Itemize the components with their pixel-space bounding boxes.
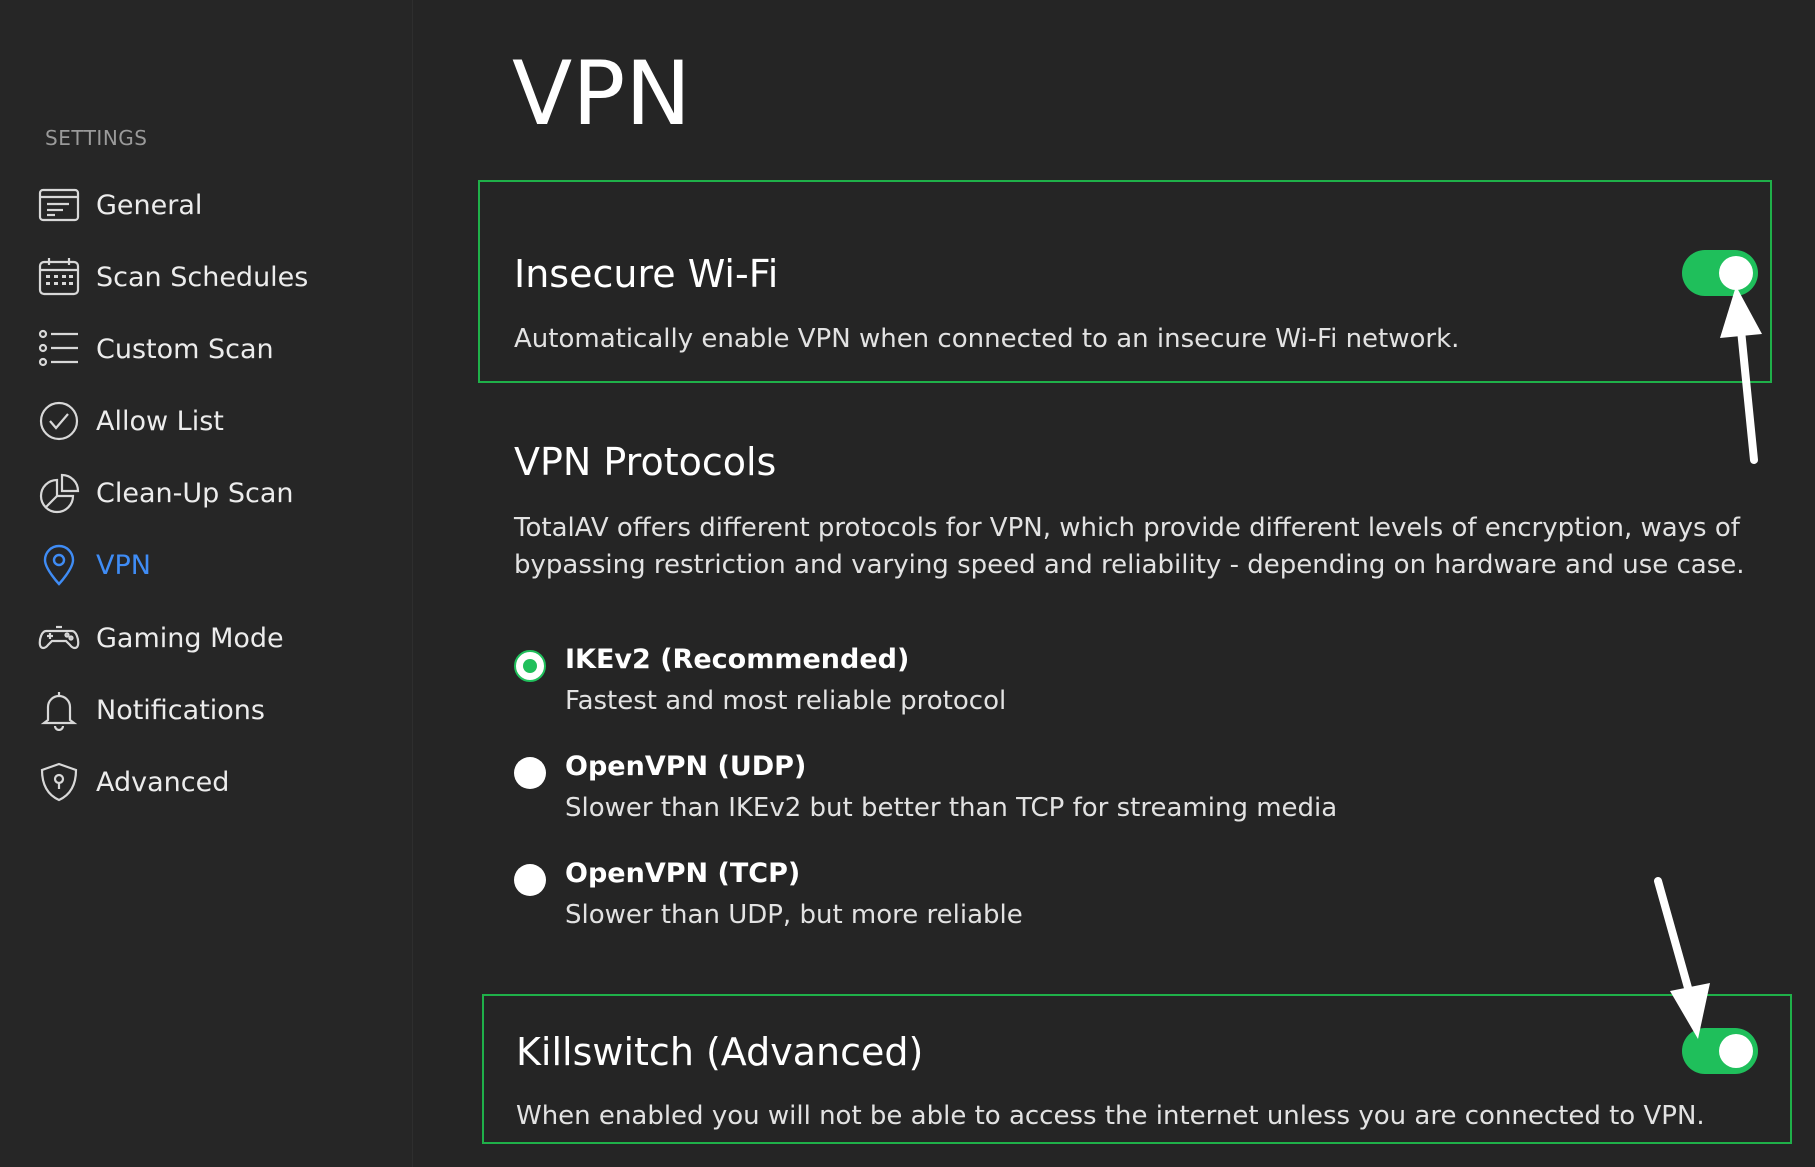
bell-icon [38, 689, 80, 732]
sidebar-item-vpn[interactable]: VPN [38, 540, 378, 590]
general-icon [38, 184, 80, 226]
calendar-icon [38, 256, 80, 298]
option-openvpn-udp-label[interactable]: OpenVPN (UDP) [565, 751, 806, 782]
radio-openvpn-tcp[interactable] [514, 864, 546, 896]
check-circle-icon [38, 400, 80, 442]
arrow-up-icon [1720, 286, 1762, 464]
location-pin-icon [38, 544, 80, 586]
killswitch-section: Killswitch (Advanced) When enabled you w… [482, 994, 1792, 1144]
radio-openvpn-udp[interactable] [514, 757, 546, 789]
sidebar-item-label: VPN [96, 549, 151, 581]
shield-lock-icon [38, 761, 80, 803]
sidebar-heading: SETTINGS [45, 126, 148, 150]
page-title: VPN [512, 42, 692, 145]
vpn-protocols-title: VPN Protocols [514, 440, 777, 484]
settings-window: SETTINGS General Scan Schedules Custom S… [0, 0, 1815, 1167]
killswitch-title: Killswitch (Advanced) [516, 1030, 924, 1074]
sidebar-item-label: General [96, 189, 203, 221]
sidebar-item-custom-scan[interactable]: Custom Scan [38, 324, 378, 374]
sidebar-item-label: Notifications [96, 694, 265, 726]
sidebar-item-clean-up-scan[interactable]: Clean-Up Scan [38, 468, 378, 518]
option-openvpn-tcp-label[interactable]: OpenVPN (TCP) [565, 858, 800, 889]
sidebar-item-label: Allow List [96, 405, 224, 437]
option-openvpn-tcp-description: Slower than UDP, but more reliable [565, 900, 1023, 930]
sidebar-item-label: Advanced [96, 766, 230, 798]
pie-chart-icon [38, 472, 80, 514]
sidebar-item-general[interactable]: General [38, 180, 378, 230]
sidebar-item-allow-list[interactable]: Allow List [38, 396, 378, 446]
sidebar: SETTINGS General Scan Schedules Custom S… [0, 0, 413, 1167]
insecure-wifi-description: Automatically enable VPN when connected … [514, 324, 1460, 354]
sidebar-item-label: Gaming Mode [96, 622, 284, 654]
insecure-wifi-title: Insecure Wi-Fi [514, 252, 779, 296]
option-ikev2-description: Fastest and most reliable protocol [565, 686, 1007, 716]
sidebar-item-scan-schedules[interactable]: Scan Schedules [38, 252, 378, 302]
vpn-protocols-description: TotalAV offers different protocols for V… [514, 513, 1745, 580]
sidebar-item-gaming-mode[interactable]: Gaming Mode [38, 613, 378, 663]
sidebar-item-label: Custom Scan [96, 333, 274, 365]
sidebar-item-label: Clean-Up Scan [96, 477, 294, 509]
killswitch-description: When enabled you will not be able to acc… [516, 1101, 1705, 1131]
insecure-wifi-section: Insecure Wi-Fi Automatically enable VPN … [478, 180, 1772, 383]
list-icon [38, 328, 80, 370]
option-openvpn-udp-description: Slower than IKEv2 but better than TCP fo… [565, 793, 1338, 823]
radio-ikev2[interactable] [514, 650, 546, 682]
option-ikev2-label[interactable]: IKEv2 (Recommended) [565, 644, 909, 675]
sidebar-item-label: Scan Schedules [96, 261, 309, 293]
gamepad-icon [38, 617, 80, 659]
sidebar-item-notifications[interactable]: Notifications [38, 685, 378, 735]
arrow-down-icon [1654, 877, 1710, 1039]
sidebar-item-advanced[interactable]: Advanced [38, 757, 378, 807]
